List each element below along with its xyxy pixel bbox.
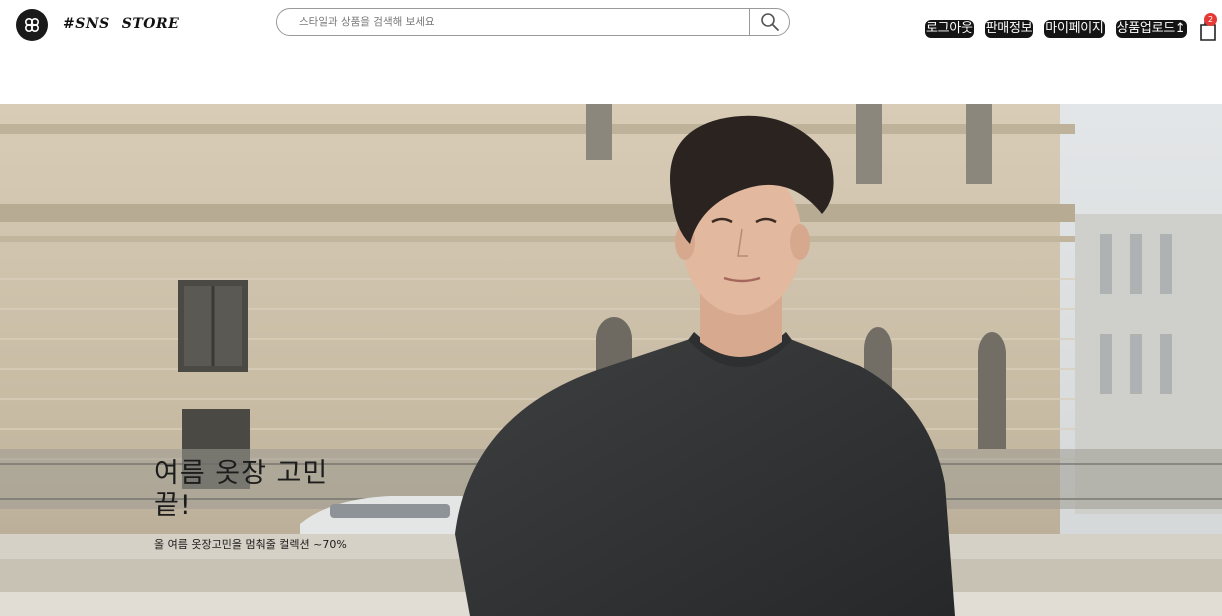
brand-name-part1: #SNS (63, 16, 110, 32)
header-nav: 로그아웃 판매정보 마이페이지 상품업로드↥ (925, 20, 1187, 38)
product-upload-button[interactable]: 상품업로드↥ (1115, 20, 1187, 38)
cart-count-badge: 2 (1204, 13, 1217, 26)
hero-subtitle: 올 여름 옷장고민을 멈춰줄 컬렉션 ~70% (154, 538, 347, 551)
sales-info-button[interactable]: 판매정보 (984, 20, 1034, 38)
site-header: #SNS STORE 로그아웃 판매정보 마이페이지 상품업로드↥ 2 (0, 0, 1222, 104)
infinity-logo-icon (24, 17, 40, 33)
search-icon (760, 13, 779, 31)
hero-title: 여름 옷장 고민 끝! (154, 458, 329, 521)
search-bar (276, 8, 790, 36)
search-button[interactable] (749, 9, 789, 35)
search-input[interactable] (299, 12, 749, 32)
mypage-button[interactable]: 마이페이지 (1044, 20, 1105, 38)
hero-banner[interactable]: 여름 옷장 고민 끝! 올 여름 옷장고민을 멈춰줄 컬렉션 ~70% (0, 104, 1222, 616)
logout-button[interactable]: 로그아웃 (925, 20, 974, 38)
logo[interactable] (16, 9, 48, 41)
brand-name[interactable]: #SNS STORE (63, 14, 179, 34)
brand-name-part2: STORE (121, 16, 180, 32)
